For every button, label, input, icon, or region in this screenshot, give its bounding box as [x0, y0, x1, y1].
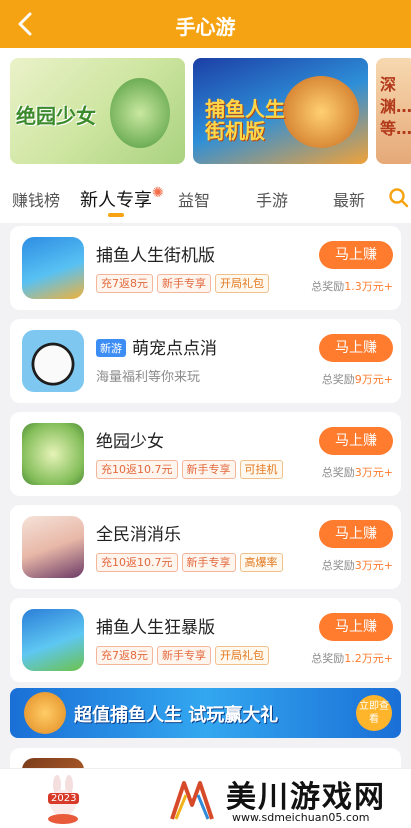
tag: 新手专享	[157, 274, 211, 293]
game-card[interactable]: 捕鱼人生街机版 充7返8元 新手专享 开局礼包 马上赚 总奖励1.3万元+	[10, 226, 401, 310]
game-icon	[22, 237, 84, 299]
total-reward: 总奖励3万元+	[321, 466, 393, 479]
active-tab-indicator	[108, 213, 124, 217]
banner-shenyuan[interactable]: 深渊…等…	[376, 58, 411, 164]
tab-puzzle[interactable]: 益智	[178, 187, 210, 211]
game-tags: 充7返8元 新手专享 开局礼包	[96, 272, 273, 293]
fish-character-image	[283, 76, 359, 148]
tag: 开局礼包	[215, 274, 269, 293]
tag: 开局礼包	[215, 646, 269, 665]
game-name: 绝园少女	[96, 432, 164, 452]
site-logo-icon	[168, 775, 216, 823]
game-tags: 充7返8元 新手专享 开局礼包	[96, 644, 273, 665]
game-name: 新游 萌宠点点消	[96, 334, 217, 359]
game-name: 捕鱼人生狂暴版	[96, 618, 215, 638]
search-icon[interactable]	[388, 187, 410, 209]
game-tags: 充10返10.7元 新手专享 可挂机	[96, 458, 287, 479]
tag: 充10返10.7元	[96, 553, 178, 572]
earn-now-button[interactable]: 马上赚	[319, 613, 393, 641]
tag: 新手专享	[157, 646, 211, 665]
tag: 高爆率	[239, 553, 283, 572]
total-reward: 总奖励9万元+	[321, 373, 393, 386]
sparkle-icon: ✺	[152, 185, 164, 201]
game-card[interactable]: 新游 萌宠点点消 海量福利等你来玩 马上赚 总奖励9万元+	[10, 319, 401, 403]
promo-view-button[interactable]: 立即查看	[356, 695, 392, 731]
tab-newcomer[interactable]: 新人专享	[80, 186, 152, 212]
banner-jueyuan[interactable]: 绝园少女	[10, 58, 185, 164]
game-tags: 充10返10.7元 新手专享 高爆率	[96, 551, 287, 572]
earn-now-button[interactable]: 马上赚	[319, 427, 393, 455]
banner-carousel[interactable]: 绝园少女 捕鱼人生街机版 深渊…等…	[0, 48, 411, 173]
site-name: 美川游戏网	[226, 780, 386, 815]
game-icon	[22, 330, 84, 392]
total-reward: 总奖励3万元+	[321, 559, 393, 572]
game-card[interactable]: 全民消消乐 充10返10.7元 新手专享 高爆率 马上赚 总奖励3万元+	[10, 505, 401, 589]
site-url: www.sdmeichuan05.com	[232, 811, 370, 824]
top-bar: 手心游	[0, 0, 411, 48]
game-icon	[22, 423, 84, 485]
tag: 充7返8元	[96, 646, 153, 665]
page-title: 手心游	[175, 15, 236, 39]
tag: 新手专享	[181, 553, 236, 572]
promo-text: 超值捕鱼人生 试玩赢大礼	[74, 705, 279, 726]
game-name: 全民消消乐	[96, 525, 181, 545]
earn-now-button[interactable]: 马上赚	[319, 520, 393, 548]
tab-mobile-games[interactable]: 手游	[256, 187, 288, 211]
tab-latest[interactable]: 最新	[333, 187, 365, 211]
banner-title: 深渊…等…	[380, 75, 411, 138]
promo-banner[interactable]: 超值捕鱼人生 试玩赢大礼 立即查看	[10, 688, 401, 738]
game-desc: 海量福利等你来玩	[96, 370, 201, 385]
banner-title: 绝园少女	[16, 104, 96, 128]
banner-buyu[interactable]: 捕鱼人生街机版	[193, 58, 368, 164]
tag: 充10返10.7元	[96, 460, 178, 479]
tag: 新手专享	[181, 460, 236, 479]
banner-title: 捕鱼人生街机版	[205, 97, 285, 143]
total-reward: 总奖励1.2万元+	[311, 652, 393, 665]
year-label: 2023	[48, 793, 80, 804]
fish-mascot-image	[24, 692, 66, 734]
game-name: 捕鱼人生街机版	[96, 246, 215, 266]
tab-earnings-rank[interactable]: 赚钱榜	[12, 187, 60, 211]
tag: 可挂机	[239, 460, 283, 479]
game-icon	[22, 516, 84, 578]
game-character-image	[110, 78, 170, 148]
category-tabs: 赚钱榜 新人专享 ✺ 益智 手游 最新	[0, 173, 411, 223]
game-card[interactable]: 捕鱼人生狂暴版 充7返8元 新手专享 开局礼包 马上赚 总奖励1.2万元+	[10, 598, 401, 682]
footer-watermark: 2023 美川游戏网 www.sdmeichuan05.com	[0, 768, 411, 828]
earn-now-button[interactable]: 马上赚	[319, 334, 393, 362]
total-reward: 总奖励1.3万元+	[311, 280, 393, 293]
new-game-badge: 新游	[96, 339, 126, 357]
game-icon	[22, 609, 84, 671]
game-card[interactable]: 绝园少女 充10返10.7元 新手专享 可挂机 马上赚 总奖励3万元+	[10, 412, 401, 496]
earn-now-button[interactable]: 马上赚	[319, 241, 393, 269]
tag: 充7返8元	[96, 274, 153, 293]
